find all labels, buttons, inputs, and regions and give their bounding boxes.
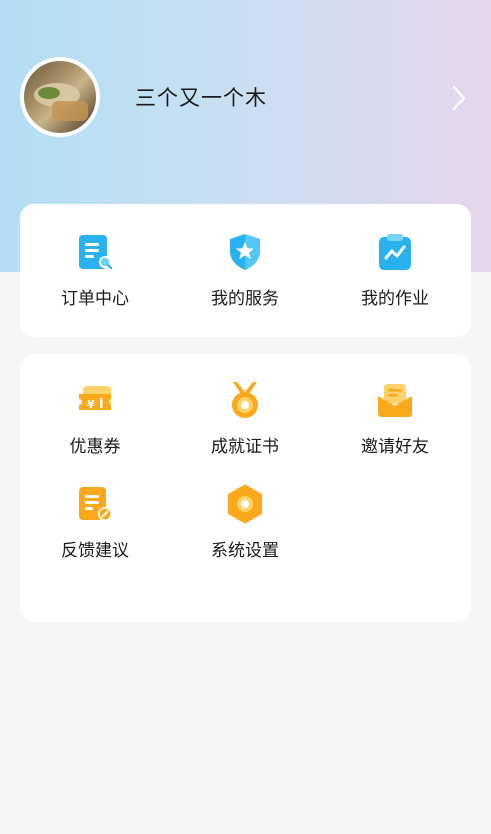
- settings-icon: [227, 484, 263, 524]
- invite-friends-item[interactable]: 邀请好友: [320, 380, 470, 457]
- achievement-certificate-item[interactable]: 成就证书: [170, 380, 320, 457]
- my-services-item[interactable]: 我的服务: [170, 232, 320, 309]
- system-settings-item[interactable]: 系统设置: [170, 484, 320, 561]
- avatar[interactable]: [20, 57, 100, 137]
- system-settings-label: 系统设置: [211, 541, 279, 561]
- medal-icon: [232, 382, 258, 418]
- coupon-label: 优惠券: [69, 437, 121, 457]
- services-card: 订单中心 我的服务 我的作业: [20, 204, 471, 337]
- envelope-icon: [378, 384, 412, 417]
- order-center-label: 订单中心: [61, 289, 129, 309]
- feedback-label: 反馈建议: [61, 541, 129, 561]
- svg-text:¥: ¥: [87, 398, 95, 411]
- chevron-right-icon[interactable]: [447, 84, 471, 112]
- username: 三个又一个木: [135, 86, 267, 110]
- order-center-item[interactable]: 订单中心: [20, 232, 170, 309]
- shield-star-icon: [230, 234, 260, 270]
- feedback-edit-icon: [79, 487, 112, 521]
- coupon-icon: ¥: [79, 386, 111, 411]
- feedback-item[interactable]: 反馈建议: [20, 484, 170, 561]
- my-homework-item[interactable]: 我的作业: [320, 232, 470, 309]
- tools-card: ¥ 优惠券 成就证书 邀请好友 反馈建议 系统设置: [20, 354, 471, 622]
- clipboard-chart-icon: [379, 234, 411, 270]
- invite-friends-label: 邀请好友: [361, 437, 429, 457]
- coupon-item[interactable]: ¥ 优惠券: [20, 380, 170, 457]
- my-homework-label: 我的作业: [361, 289, 429, 309]
- my-services-label: 我的服务: [211, 289, 279, 309]
- achievement-certificate-label: 成就证书: [211, 437, 279, 457]
- profile-header[interactable]: 三个又一个木: [0, 0, 491, 195]
- order-icon: [79, 235, 113, 270]
